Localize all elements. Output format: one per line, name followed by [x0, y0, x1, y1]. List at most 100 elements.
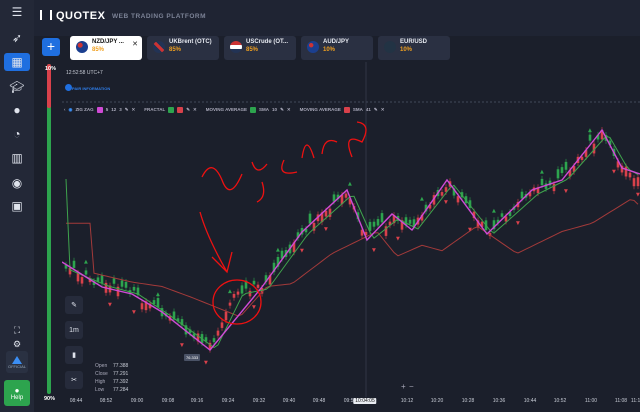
candle: [140, 303, 144, 310]
candle: [228, 302, 232, 306]
indicators-button[interactable]: ✂: [65, 371, 83, 389]
candle: [256, 284, 260, 288]
close-icon[interactable]: ✕: [381, 107, 385, 113]
fractal-up-color[interactable]: [168, 106, 175, 113]
time-tick: 09:48: [312, 398, 326, 404]
zigzag-label[interactable]: ZIG ZAG: [75, 107, 93, 112]
close-label: Close: [95, 371, 108, 377]
close-icon[interactable]: ✕: [132, 107, 136, 113]
time-tick: 10:52: [553, 398, 567, 404]
candle: [376, 219, 380, 226]
candle: [372, 221, 376, 227]
close-icon[interactable]: ✕: [193, 107, 197, 113]
pair-information-link[interactable]: PAIR INFORMATION: [72, 86, 110, 91]
nz-flag-icon: [76, 41, 88, 53]
server-clock: 12:52:58 UTC+7: [66, 70, 103, 76]
edit-icon[interactable]: ✎: [186, 107, 190, 113]
user-icon[interactable]: ●: [7, 102, 27, 118]
chart-type-button[interactable]: ▮: [65, 346, 83, 364]
help-label: Help: [10, 394, 24, 401]
high-value: 77.392: [113, 379, 129, 385]
official-badge[interactable]: OFFICIAL: [6, 351, 28, 373]
candle: [212, 338, 216, 343]
candle: [344, 193, 348, 198]
collapse-icon[interactable]: ‹: [64, 107, 66, 112]
zigzag-param-b: 12: [111, 107, 117, 112]
draw-tool-button[interactable]: ✎: [65, 296, 83, 314]
pie-chart-icon[interactable]: ◔: [7, 126, 27, 142]
asset-payout: 85%: [169, 47, 182, 53]
high-label: High: [95, 379, 106, 385]
ma1-label[interactable]: MOVING AVERAGE: [206, 107, 247, 112]
edit-icon[interactable]: ✎: [374, 107, 378, 113]
platform-title: WEB TRADING PLATFORM: [112, 13, 207, 20]
zoom-out-button[interactable]: −: [409, 382, 414, 391]
broadcast-icon[interactable]: ◉: [7, 175, 27, 191]
asset-tab-uscrude[interactable]: USCrude (OT... 85%: [224, 36, 296, 60]
edit-icon[interactable]: ✎: [280, 107, 284, 113]
candle: [324, 210, 328, 217]
rocket-icon[interactable]: ➶: [7, 30, 27, 46]
time-tick: 09:32: [252, 398, 266, 404]
close-icon[interactable]: ✕: [287, 107, 291, 113]
time-tick: 08:52: [99, 398, 113, 404]
candle: [220, 322, 224, 328]
candle: [124, 281, 128, 288]
fractal-label[interactable]: FRACTAL: [144, 107, 165, 112]
tools-icon: ✂: [71, 377, 77, 384]
sell-percent: 10%: [45, 66, 57, 72]
ma1-period: 10: [272, 107, 278, 112]
ma1-color[interactable]: [250, 106, 257, 113]
chart-icon[interactable]: ▦: [4, 53, 30, 71]
ma2-period: 41: [365, 107, 371, 112]
candle: [112, 278, 116, 284]
time-tick: 11:16: [630, 398, 640, 404]
asset-payout: 10%: [323, 47, 336, 53]
fractal-down-marker: ▼: [324, 227, 328, 233]
time-tick: 09:00: [130, 398, 144, 404]
gift-icon[interactable]: ▣: [7, 198, 27, 214]
edit-icon[interactable]: ✎: [125, 107, 129, 113]
candle: [564, 161, 568, 170]
candle: [540, 178, 544, 186]
zigzag-color[interactable]: [96, 106, 103, 113]
fractal-down-marker: ▼: [444, 199, 448, 205]
candle: [236, 291, 240, 295]
menu-icon[interactable]: ☰: [7, 4, 27, 20]
asset-tab-eurusd[interactable]: EUR/USD 10%: [378, 36, 450, 60]
asset-tab-nzdjpy[interactable]: NZD/JPY ... 85% ✕: [70, 36, 142, 60]
fractal-down-marker: ▼: [564, 189, 568, 195]
fractal-up-marker: ▲: [348, 181, 352, 187]
ma2-label[interactable]: MOVING AVERAGE: [300, 107, 341, 112]
candle: [216, 330, 220, 336]
help-button[interactable]: ● Help: [4, 380, 30, 406]
asset-tab-audjpy[interactable]: AUD/JPY 10%: [301, 36, 373, 60]
ma1-type: SMA: [259, 107, 270, 112]
zoom-in-button[interactable]: +: [401, 382, 406, 391]
close-tab-icon[interactable]: ✕: [132, 40, 138, 48]
fractal-down-marker: ▼: [468, 227, 472, 233]
time-tick: 11:00: [584, 398, 598, 404]
candle: [120, 280, 124, 287]
zigzag-param-a: 5: [105, 107, 109, 112]
education-icon[interactable]: 🎓︎: [7, 79, 27, 95]
market-icon[interactable]: ▥: [7, 150, 27, 166]
buy-area-annotation: [199, 121, 367, 325]
fractal-down-color[interactable]: [177, 106, 184, 113]
info-icon[interactable]: [65, 84, 72, 91]
settings-icon[interactable]: ⚙: [7, 336, 27, 352]
low-label: Low: [95, 387, 105, 393]
ma2-color[interactable]: [343, 106, 350, 113]
eye-icon[interactable]: ◉: [69, 107, 73, 113]
timeframe-button[interactable]: 1m: [65, 321, 83, 339]
asset-tab-ukbrent[interactable]: UKBrent (OTC) 85%: [147, 36, 219, 60]
sentiment-bar: [47, 64, 51, 394]
sidebar: ☰ ➶ ▦ 🎓︎ ● ◔ ▥ ◉ ▣ ⛶ ⚙ OFFICIAL ● Help: [0, 0, 34, 412]
candle: [72, 260, 76, 268]
logo[interactable]: QUOTEX: [40, 10, 105, 22]
add-asset-button[interactable]: +: [42, 38, 60, 56]
candle: [500, 213, 504, 217]
fractal-up-marker: ▲: [420, 196, 424, 202]
time-tick: 09:08: [161, 398, 175, 404]
open-value: 77.388: [113, 363, 129, 369]
